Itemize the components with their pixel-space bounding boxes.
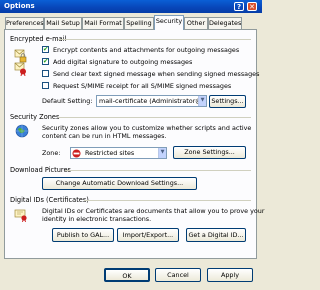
zone-select[interactable]: Restricted sites [70, 147, 167, 159]
zone-label: Zone: [42, 149, 61, 157]
smime-receipt-checkbox[interactable] [42, 82, 49, 89]
tab-spelling[interactable]: Spelling [124, 17, 154, 29]
section-divider [58, 39, 251, 40]
smime-receipt-label: Request S/MIME receipt for all S/MIME si… [53, 82, 232, 90]
close-button[interactable]: ✕ [247, 2, 257, 11]
section-divider [58, 117, 251, 118]
add-signature-checkbox[interactable] [42, 57, 49, 65]
digital-ids-description-1: Digital IDs or Certificates are document… [42, 207, 265, 215]
cancel-button[interactable]: Cancel [155, 268, 201, 282]
tab-mail-setup[interactable]: Mail Setup [44, 17, 82, 29]
section-divider [84, 200, 251, 201]
lock-icon [14, 49, 27, 63]
get-digital-id-button[interactable]: Get a Digital ID... [186, 228, 246, 242]
add-signature-label: Add digital signature to outgoing messag… [53, 58, 193, 66]
zones-description-1: Security zones allow you to customize wh… [42, 124, 252, 132]
default-setting-select[interactable]: mail-certificate (Administrator@T [96, 95, 207, 107]
encrypt-contents-label: Encrypt contents and attachments for out… [53, 46, 240, 54]
certificate-icon [14, 209, 27, 222]
tab-security[interactable]: Security [154, 15, 184, 30]
chevron-down-icon[interactable]: ▼ [198, 96, 206, 106]
tab-delegates[interactable]: Delegates [208, 17, 242, 29]
title-bar: Options [0, 0, 262, 13]
clear-text-label: Send clear text signed message when send… [53, 70, 260, 78]
tab-preferences[interactable]: Preferences [5, 17, 44, 29]
default-setting-value: mail-certificate (Administrator@T [99, 97, 206, 105]
zone-settings-button[interactable]: Zone Settings... [173, 146, 246, 159]
import-export-button[interactable]: Import/Export... [117, 228, 179, 242]
chevron-down-icon[interactable]: ▼ [158, 148, 166, 158]
window-title: Options [4, 2, 35, 10]
tab-other[interactable]: Other [184, 17, 208, 29]
restricted-icon [72, 149, 81, 158]
default-setting-label: Default Setting: [42, 97, 93, 105]
help-button[interactable]: ? [234, 2, 244, 11]
signature-icon [14, 62, 26, 76]
apply-button[interactable]: Apply [207, 268, 253, 282]
change-download-settings-button[interactable]: Change Automatic Download Settings... [42, 177, 197, 190]
zones-description-2: content can be run in HTML messages. [42, 132, 167, 140]
section-divider [65, 170, 251, 171]
ok-button[interactable]: OK [104, 268, 150, 282]
security-zones-heading: Security Zones [10, 113, 60, 121]
clear-text-checkbox[interactable] [42, 70, 49, 77]
encrypt-contents-checkbox[interactable] [42, 45, 49, 53]
digital-ids-heading: Digital IDs (Certificates) [10, 196, 89, 204]
digital-ids-description-2: identity in electronic transactions. [42, 215, 152, 223]
download-pictures-heading: Download Pictures [10, 166, 71, 174]
globe-icon [15, 124, 29, 138]
zone-value: Restricted sites [85, 149, 135, 157]
settings-button[interactable]: Settings... [209, 95, 246, 108]
tab-mail-format[interactable]: Mail Format [82, 17, 124, 29]
publish-to-gal-button[interactable]: Publish to GAL... [52, 228, 114, 242]
